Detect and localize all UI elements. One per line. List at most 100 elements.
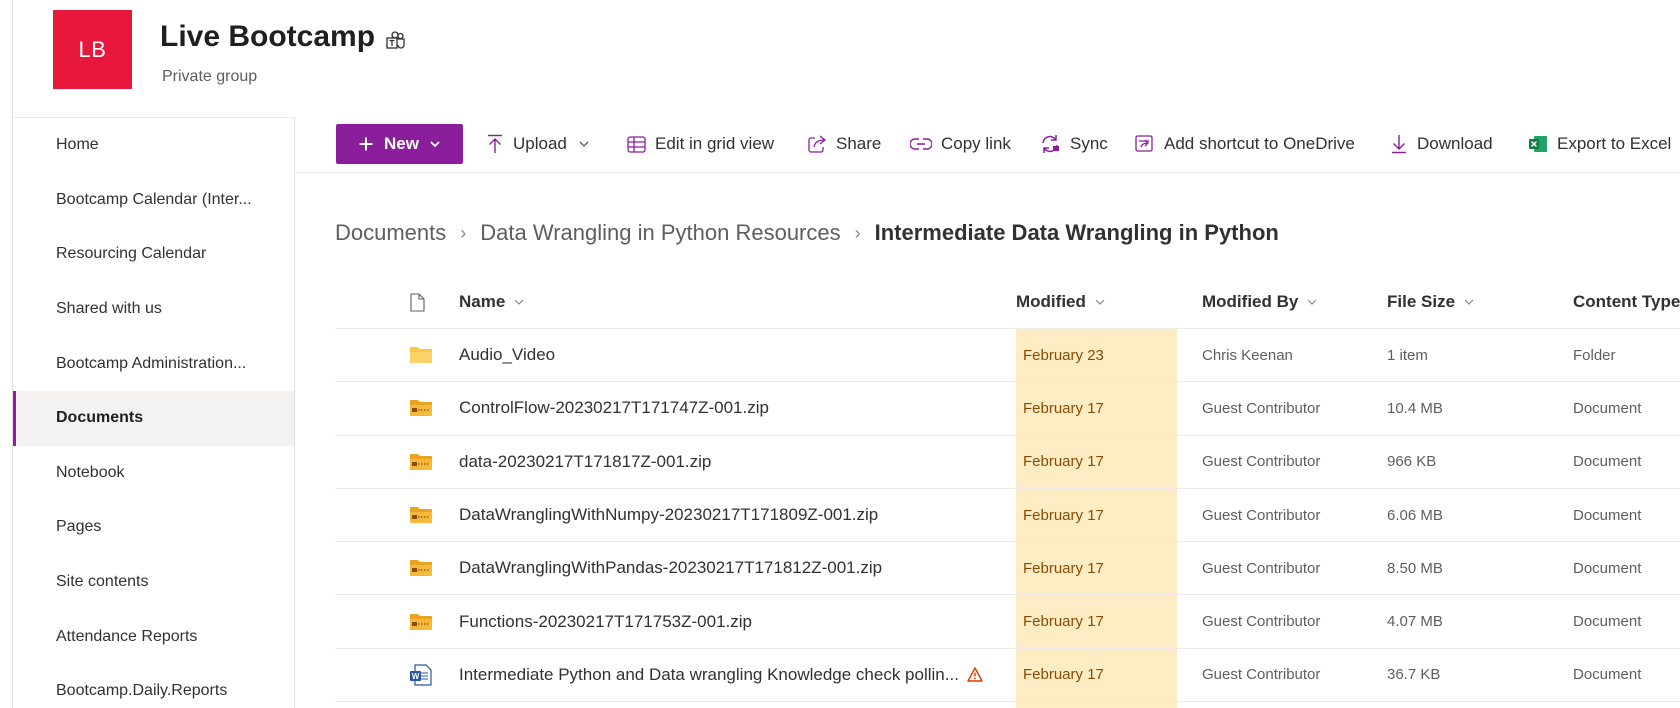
file-size: 1 item	[1387, 346, 1428, 364]
content-type: Document	[1573, 399, 1642, 417]
command-bar: New Upload Edit in grid view Share Copy …	[296, 117, 1680, 173]
modified-date: February 17	[1016, 488, 1177, 542]
warning-icon[interactable]	[967, 667, 983, 683]
content-type: Folder	[1573, 346, 1616, 364]
share-button[interactable]: Share	[808, 117, 881, 171]
nav-item-home[interactable]: Home	[13, 118, 294, 173]
breadcrumb-item[interactable]: Data Wrangling in Python Resources	[480, 220, 840, 246]
file-name-link[interactable]: Functions-20230217T171753Z-001.zip	[459, 595, 752, 647]
file-name-link[interactable]: data-20230217T171817Z-001.zip	[459, 436, 711, 488]
shortcut-icon	[1135, 135, 1153, 152]
nav-item-site-contents[interactable]: Site contents	[13, 555, 294, 610]
table-header: Name Modified Modified By File Size Cont…	[335, 275, 1680, 329]
nav-item-bootcamp-calendar[interactable]: Bootcamp Calendar (Inter...	[13, 173, 294, 228]
zip-icon	[409, 489, 433, 541]
chevron-down-icon	[1095, 299, 1105, 305]
edit-grid-view-button[interactable]: Edit in grid view	[627, 117, 774, 171]
file-size: 8.50 MB	[1387, 559, 1443, 577]
file-name-link[interactable]: Intermediate Python and Data wrangling K…	[459, 649, 983, 701]
upload-button[interactable]: Upload	[486, 117, 590, 171]
name-column-header[interactable]: Name	[459, 275, 525, 329]
add-shortcut-label: Add shortcut to OneDrive	[1164, 134, 1355, 153]
table-row[interactable]: Functions-20230217T171753Z-001.zip Febru…	[335, 595, 1680, 649]
file-size: 6.06 MB	[1387, 506, 1443, 524]
modified-by[interactable]: Guest Contributor	[1202, 489, 1320, 541]
file-size: 10.4 MB	[1387, 399, 1443, 417]
excel-icon	[1529, 136, 1547, 152]
modified-by[interactable]: Guest Contributor	[1202, 649, 1320, 701]
left-navigation: Home Bootcamp Calendar (Inter... Resourc…	[13, 117, 295, 708]
nav-item-resourcing-calendar[interactable]: Resourcing Calendar	[13, 227, 294, 282]
breadcrumb-item[interactable]: Documents	[335, 220, 446, 246]
nav-item-pages[interactable]: Pages	[13, 500, 294, 555]
word-icon: W	[409, 649, 433, 701]
nav-item-label: Attendance Reports	[56, 627, 198, 645]
grid-icon	[627, 135, 646, 153]
file-type-icon	[410, 292, 425, 312]
file-name-link[interactable]: DataWranglingWithNumpy-20230217T171809Z-…	[459, 489, 878, 541]
file-size-column-label: File Size	[1387, 292, 1456, 311]
content-type: Document	[1573, 453, 1642, 471]
teams-icon[interactable]	[385, 26, 407, 49]
file-name-link[interactable]: Audio_Video	[459, 329, 555, 381]
file-size: 966 KB	[1387, 453, 1437, 471]
chevron-right-icon: ›	[854, 222, 861, 243]
nav-item-bootcamp-administration[interactable]: Bootcamp Administration...	[13, 336, 294, 391]
copy-link-button[interactable]: Copy link	[910, 117, 1011, 171]
nav-item-label: Resourcing Calendar	[56, 245, 207, 263]
modified-by[interactable]: Chris Keenan	[1202, 329, 1293, 381]
table-row[interactable]: ControlFlow-20230217T171747Z-001.zip Feb…	[335, 382, 1680, 436]
chevron-down-icon	[430, 141, 440, 148]
zip-icon	[409, 542, 433, 594]
nav-item-label: Pages	[56, 518, 102, 536]
table-row[interactable]: DataWranglingWithPandas-20230217T171812Z…	[335, 542, 1680, 596]
chevron-down-icon	[514, 299, 524, 305]
file-name-text: Intermediate Python and Data wrangling K…	[459, 664, 959, 684]
modified-date: February 17	[1016, 595, 1177, 648]
file-name-link[interactable]: DataWranglingWithPandas-20230217T171812Z…	[459, 542, 882, 594]
site-logo[interactable]: LB	[53, 10, 132, 89]
export-to-excel-label: Export to Excel	[1557, 134, 1672, 153]
modified-by[interactable]: Guest Contributor	[1202, 382, 1320, 434]
new-button-label: New	[384, 134, 419, 153]
file-size-column-header[interactable]: File Size	[1387, 275, 1475, 329]
nav-item-shared-with-us[interactable]: Shared with us	[13, 282, 294, 337]
download-button[interactable]: Download	[1390, 117, 1493, 171]
table-row[interactable]: Audio_Video February 23 Chris Keenan 1 i…	[335, 329, 1680, 383]
modified-by[interactable]: Guest Contributor	[1202, 595, 1320, 647]
nav-item-label: Notebook	[56, 463, 125, 481]
modified-by-column-label: Modified By	[1202, 292, 1299, 311]
content-type-column-label: Content Type	[1573, 292, 1680, 311]
table-row[interactable]: W Intermediate Python and Data wrangling…	[335, 648, 1680, 703]
modified-date: February 17	[1016, 382, 1177, 435]
upload-label: Upload	[513, 134, 567, 153]
nav-item-label: Home	[56, 136, 99, 154]
content-type-column-header[interactable]: Content Type	[1573, 275, 1680, 329]
nav-item-notebook[interactable]: Notebook	[13, 446, 294, 501]
nav-item-documents[interactable]: Documents	[13, 390, 294, 446]
sync-button[interactable]: Sync	[1039, 117, 1108, 171]
edit-grid-view-label: Edit in grid view	[655, 134, 775, 153]
nav-item-label: Bootcamp.Daily.Reports	[56, 682, 228, 700]
nav-item-bootcamp-daily-reports[interactable]: Bootcamp.Daily.Reports	[13, 664, 294, 708]
export-to-excel-button[interactable]: Export to Excel	[1528, 117, 1671, 171]
modified-by[interactable]: Guest Contributor	[1202, 542, 1320, 594]
add-shortcut-button[interactable]: Add shortcut to OneDrive	[1135, 117, 1355, 171]
new-button[interactable]: New	[336, 124, 463, 164]
nav-item-attendance-reports[interactable]: Attendance Reports	[13, 609, 294, 664]
nav-item-label: Documents	[56, 409, 144, 427]
site-title[interactable]: Live Bootcamp	[160, 20, 407, 54]
file-name-link[interactable]: ControlFlow-20230217T171747Z-001.zip	[459, 382, 769, 434]
upload-icon	[488, 134, 502, 153]
zip-icon	[409, 595, 433, 647]
modified-column-header[interactable]: Modified	[1016, 275, 1106, 329]
modified-date: February 17	[1016, 542, 1177, 595]
plus-icon	[359, 137, 373, 151]
table-row[interactable]: data-20230217T171817Z-001.zip February 1…	[335, 435, 1680, 489]
modified-column-label: Modified	[1016, 292, 1086, 311]
file-type-column-header[interactable]	[410, 275, 425, 329]
modified-by-column-header[interactable]: Modified By	[1202, 275, 1318, 329]
modified-by[interactable]: Guest Contributor	[1202, 436, 1320, 488]
share-label: Share	[836, 134, 882, 153]
table-row[interactable]: DataWranglingWithNumpy-20230217T171809Z-…	[335, 488, 1680, 543]
